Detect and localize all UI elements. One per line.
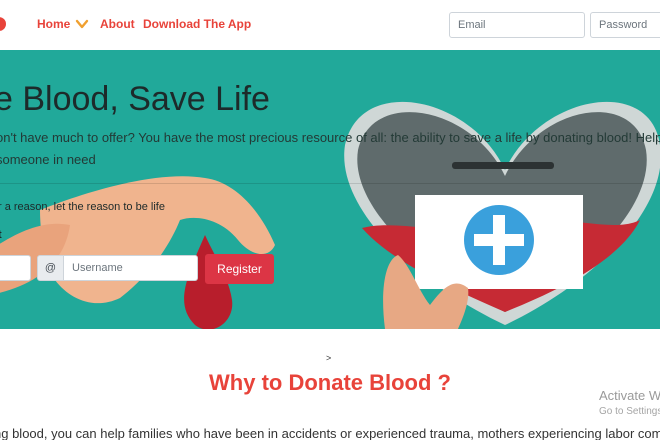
email-input[interactable]: [449, 12, 585, 38]
register-button[interactable]: Register: [205, 254, 274, 284]
hero-subheading: t: [0, 229, 2, 241]
nav-download-app-link[interactable]: Download The App: [143, 17, 251, 31]
hero-divider: [0, 183, 660, 184]
password-input[interactable]: [590, 12, 660, 38]
at-addon: @: [37, 255, 64, 281]
page: Home About Download The App Email e Bloo…: [0, 0, 660, 440]
username-input[interactable]: [63, 255, 198, 281]
register-first-input[interactable]: [0, 255, 31, 281]
nav-home-link[interactable]: Home: [37, 17, 70, 31]
section-text: ng blood, you can help families who have…: [0, 426, 660, 440]
hero-description: on't have much to offer? You have the mo…: [0, 130, 660, 167]
carousel-caret: >: [326, 353, 332, 363]
hero-title: e Blood, Save Life: [0, 80, 270, 118]
activate-windows-subtitle: Go to Settings: [599, 406, 660, 417]
activate-windows-title: Activate W: [599, 388, 660, 403]
nav-about-link[interactable]: About: [100, 17, 135, 31]
chevron-down-icon[interactable]: [75, 17, 89, 31]
hero-banner: e Blood, Save Life on't have much to off…: [0, 50, 660, 329]
navbar: Home About Download The App: [0, 0, 660, 50]
hero-quote: r a reason, let the reason to be life: [0, 201, 165, 213]
logo-icon[interactable]: [0, 17, 6, 31]
section-title: Why to Donate Blood ?: [209, 370, 451, 395]
